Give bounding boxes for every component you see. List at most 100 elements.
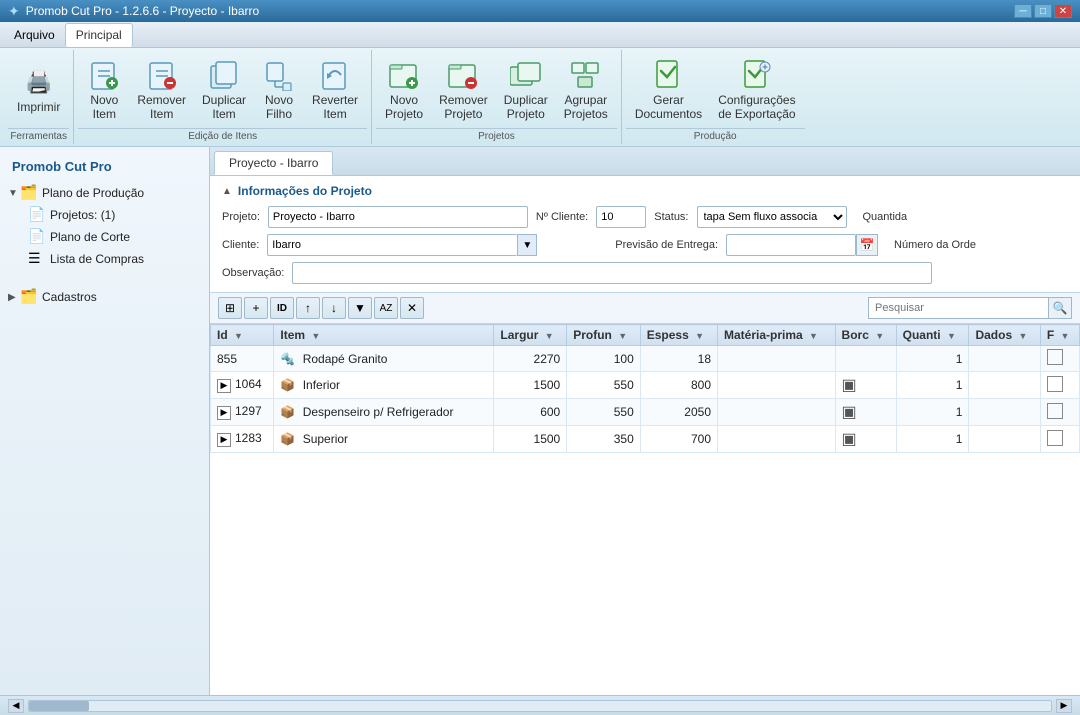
scroll-left-button[interactable]: ◀ <box>8 699 24 713</box>
cell-id: ▶1064 <box>211 372 274 399</box>
cell-materia <box>718 426 836 453</box>
folder-icon-2: 🗂️ <box>20 288 38 306</box>
tbl-up-button[interactable]: ↑ <box>296 297 320 319</box>
cell-dados <box>969 399 1040 426</box>
cliente-dropdown-button[interactable]: ▼ <box>517 234 537 256</box>
config-exportacao-icon <box>741 59 773 91</box>
imprimir-button[interactable]: 🖨️ Imprimir <box>10 61 67 119</box>
tbl-clear-button[interactable]: ✕ <box>400 297 424 319</box>
minimize-button[interactable]: ─ <box>1014 4 1032 18</box>
novo-item-icon <box>88 59 120 91</box>
flag-checkbox[interactable] <box>1047 430 1063 446</box>
duplicar-item-button[interactable]: DuplicarItem <box>195 54 253 126</box>
tbl-id-button[interactable]: ID <box>270 297 294 319</box>
document-icon-2: 📄 <box>28 228 46 246</box>
agrupar-projetos-icon <box>570 59 602 91</box>
horizontal-scrollbar[interactable] <box>28 700 1052 712</box>
expand-button[interactable]: ▶ <box>217 379 231 393</box>
col-id: Id ▼ <box>211 325 274 346</box>
section-header: ▲ Informações do Projeto <box>222 184 1068 198</box>
search-input[interactable] <box>868 297 1048 319</box>
status-select[interactable]: tapa Sem fluxo associa <box>697 206 847 228</box>
cell-id: 855 <box>211 346 274 372</box>
search-button[interactable]: 🔍 <box>1048 297 1072 319</box>
data-table: Id ▼ Item ▼ Largur ▼ Profun ▼ Espess ▼ M… <box>210 324 1080 453</box>
sidebar-item-cadastros[interactable]: ▶ 🗂️ Cadastros <box>4 286 205 308</box>
novo-item-button[interactable]: NovoItem <box>80 54 128 126</box>
cliente-input[interactable] <box>267 234 517 256</box>
remover-projeto-button[interactable]: RemoverProjeto <box>432 54 495 126</box>
reverter-item-icon <box>319 59 351 91</box>
config-exportacao-button[interactable]: Configuraçõesde Exportação <box>711 54 802 126</box>
flag-checkbox[interactable] <box>1047 376 1063 392</box>
sidebar-item-plano-corte[interactable]: 📄 Plano de Corte <box>4 226 205 248</box>
agrupar-projetos-label: AgruparProjetos <box>564 93 608 121</box>
tbl-filter-button[interactable]: ▼ <box>348 297 372 319</box>
sidebar-item-plano-producao[interactable]: ▼ 🗂️ Plano de Produção <box>4 182 205 204</box>
document-icon: 📄 <box>28 206 46 224</box>
remover-item-button[interactable]: RemoverItem <box>130 54 193 126</box>
cell-materia <box>718 346 836 372</box>
previsao-label: Previsão de Entrega: <box>615 239 718 251</box>
expand-button[interactable]: ▶ <box>217 433 231 447</box>
cell-borc: ▣ <box>835 426 896 453</box>
flag-checkbox[interactable] <box>1047 349 1063 365</box>
duplicar-projeto-label: DuplicarProjeto <box>504 93 548 121</box>
observacao-input[interactable] <box>292 262 932 284</box>
menu-arquivo[interactable]: Arquivo <box>4 24 65 46</box>
agrupar-projetos-button[interactable]: AgruparProjetos <box>557 54 615 126</box>
plano-corte-label: Plano de Corte <box>50 230 130 244</box>
expand-button[interactable]: ▶ <box>217 406 231 420</box>
table-toolbar: ⊞ + ID ↑ ↓ ▼ AZ ✕ 🔍 <box>210 293 1080 324</box>
previsao-input[interactable] <box>726 234 856 256</box>
cell-espess: 2050 <box>640 399 717 426</box>
cell-borc: ▣ <box>835 372 896 399</box>
maximize-button[interactable]: □ <box>1034 4 1052 18</box>
gerar-documentos-button[interactable]: GerarDocumentos <box>628 54 709 126</box>
tbl-add-button[interactable]: + <box>244 297 268 319</box>
print-icon: 🖨️ <box>23 66 55 98</box>
calendar-button[interactable]: 📅 <box>856 234 878 256</box>
projeto-input[interactable] <box>268 206 528 228</box>
sidebar-item-lista-compras[interactable]: ☰ Lista de Compras <box>4 248 205 270</box>
cell-item: 📦 Superior <box>274 426 494 453</box>
producao-section-label: Produção <box>626 128 805 144</box>
content-area: Promob Cut Pro ▼ 🗂️ Plano de Produção 📄 … <box>0 147 1080 695</box>
plano-producao-label: Plano de Produção <box>42 186 144 200</box>
tab-proyecto-ibarro[interactable]: Proyecto - Ibarro <box>214 151 333 175</box>
cell-materia <box>718 372 836 399</box>
duplicar-projeto-button[interactable]: DuplicarProjeto <box>497 54 555 126</box>
col-flag: F ▼ <box>1040 325 1079 346</box>
collapse-button[interactable]: ▲ <box>222 186 232 197</box>
col-profun: Profun ▼ <box>567 325 641 346</box>
cell-espess: 18 <box>640 346 717 372</box>
flag-checkbox[interactable] <box>1047 403 1063 419</box>
scroll-right-button[interactable]: ▶ <box>1056 699 1072 713</box>
no-cliente-input[interactable] <box>596 206 646 228</box>
table-row: ▶1297 📦 Despenseiro p/ Refrigerador 600 … <box>211 399 1080 426</box>
title-bar: ✦ Promob Cut Pro - 1.2.6.6 - Proyecto - … <box>0 0 1080 22</box>
close-button[interactable]: ✕ <box>1054 4 1072 18</box>
novo-filho-button[interactable]: NovoFilho <box>255 54 303 126</box>
cell-flag <box>1040 426 1079 453</box>
cell-quanti: 1 <box>896 426 969 453</box>
config-exportacao-label: Configuraçõesde Exportação <box>718 93 795 121</box>
tbl-sort-button[interactable]: AZ <box>374 297 398 319</box>
sidebar-item-projetos[interactable]: 📄 Projetos: (1) <box>4 204 205 226</box>
cell-flag <box>1040 346 1079 372</box>
novo-projeto-button[interactable]: NovoProjeto <box>378 54 430 126</box>
imprimir-label: Imprimir <box>17 100 60 114</box>
tbl-grid-button[interactable]: ⊞ <box>218 297 242 319</box>
menu-principal[interactable]: Principal <box>65 23 133 47</box>
folder-icon: 🗂️ <box>20 184 38 202</box>
form-area: ▲ Informações do Projeto Projeto: Nº Cli… <box>210 176 1080 293</box>
gerar-documentos-label: GerarDocumentos <box>635 93 702 121</box>
cell-espess: 700 <box>640 426 717 453</box>
tab-bar: Proyecto - Ibarro <box>210 147 1080 176</box>
duplicar-item-label: DuplicarItem <box>202 93 246 121</box>
app-icon: ✦ <box>8 3 20 20</box>
reverter-item-button[interactable]: ReverterItem <box>305 54 365 126</box>
tbl-down-button[interactable]: ↓ <box>322 297 346 319</box>
expand-arrow-2: ▶ <box>8 292 20 303</box>
main-panel: Proyecto - Ibarro ▲ Informações do Proje… <box>210 147 1080 695</box>
